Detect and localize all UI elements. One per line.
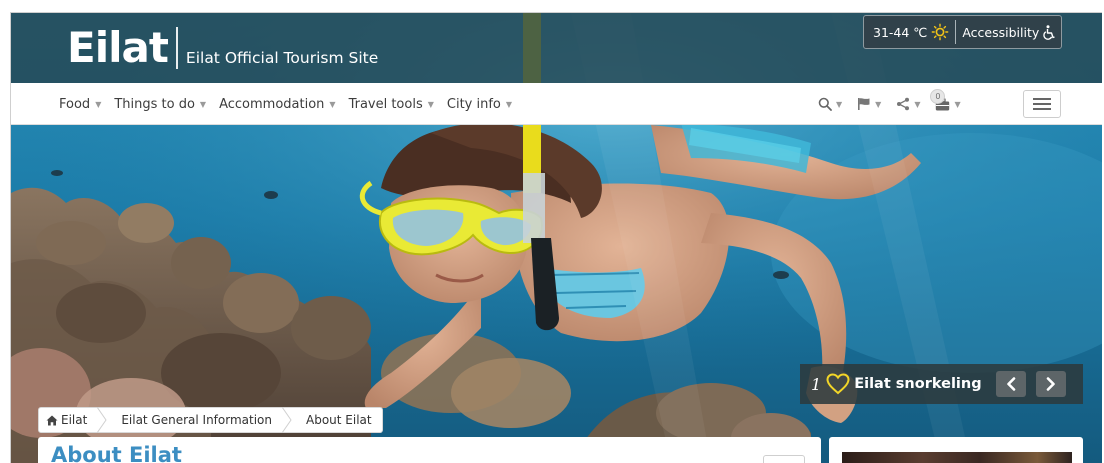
site-header: Eilat Eilat Official Tourism Site 31-44 … <box>11 13 1102 83</box>
main-navigation: Food ▼ Things to do ▼ Accommodation ▼ Trave… <box>11 83 1102 125</box>
logo-wordmark: Eilat <box>67 23 169 72</box>
nav-item-label: Travel tools <box>348 96 423 112</box>
sun-icon <box>931 23 949 41</box>
share-icon <box>897 97 910 111</box>
nav-item-label: Food <box>59 96 91 112</box>
nav-item-city-info[interactable]: City info ▼ <box>447 97 512 112</box>
breadcrumb-separator <box>282 407 292 433</box>
nav-item-label: City info <box>446 96 501 112</box>
caret-down-icon: ▼ <box>875 99 882 109</box>
search-icon <box>818 97 832 111</box>
chevron-right-icon <box>1046 377 1055 391</box>
temperature-range: 31-44 ℃ <box>873 24 928 40</box>
main-content-panel: About Eilat <box>38 437 821 463</box>
nav-tools: ▼ ▼ ▼ 0 ▼ <box>818 83 976 125</box>
nav-item-label: Accommodation <box>219 96 325 112</box>
browser-viewport: Eilat Eilat Official Tourism Site 31-44 … <box>10 12 1102 463</box>
caret-down-icon: ▼ <box>954 99 961 109</box>
home-icon <box>46 415 58 425</box>
weather-widget[interactable]: 31-44 ℃ <box>864 16 949 48</box>
breadcrumb-label: Eilat General Information <box>121 413 273 427</box>
utility-divider <box>955 20 957 44</box>
nav-item-accommodation[interactable]: Accommodation ▼ <box>219 97 335 112</box>
nav-item-label: Things to do <box>114 96 195 112</box>
caret-down-icon: ▼ <box>836 99 843 109</box>
slide-index: 1 <box>811 374 822 394</box>
nav-item-travel-tools[interactable]: Travel tools ▼ <box>349 97 434 112</box>
logo-divider <box>175 27 178 69</box>
site-logo[interactable]: Eilat Eilat Official Tourism Site <box>67 23 378 73</box>
accessibility-label: Accessibility <box>962 24 1040 40</box>
breadcrumb-item-general-info[interactable]: Eilat General Information <box>107 408 282 432</box>
caret-down-icon: ▼ <box>329 99 336 109</box>
hamburger-icon <box>1033 108 1051 110</box>
trip-count-badge: 0 <box>930 88 946 104</box>
sidebar-panel <box>829 437 1083 463</box>
nav-menu: Food ▼ Things to do ▼ Accommodation ▼ Trave… <box>59 83 525 125</box>
page-title: About Eilat <box>51 443 182 463</box>
trip-button[interactable]: 0 ▼ <box>930 88 961 111</box>
breadcrumb: Eilat Eilat General Information About Ei… <box>38 407 383 433</box>
hamburger-icon <box>1033 103 1051 105</box>
flag-icon <box>858 98 870 110</box>
panel-action-button[interactable] <box>763 455 805 463</box>
share-button[interactable]: ▼ <box>896 97 920 111</box>
slide-caption: 1 Eilat snorkeling <box>800 364 1083 404</box>
breadcrumb-item-home[interactable]: Eilat <box>39 408 97 432</box>
breadcrumb-item-current: About Eilat <box>292 408 382 432</box>
hamburger-menu-button[interactable] <box>1023 90 1061 118</box>
caret-down-icon: ▼ <box>427 99 434 109</box>
slide-prev-button[interactable] <box>996 371 1026 397</box>
breadcrumb-label: About Eilat <box>306 413 372 427</box>
breadcrumb-label: Eilat <box>61 413 88 427</box>
caret-down-icon: ▼ <box>914 99 921 109</box>
nav-item-things-to-do[interactable]: Things to do ▼ <box>114 97 206 112</box>
heart-icon[interactable] <box>826 373 850 395</box>
caret-down-icon: ▼ <box>199 99 207 109</box>
slide-title: Eilat snorkeling <box>854 376 982 392</box>
accessibility-button[interactable]: Accessibility <box>962 16 1056 48</box>
search-button[interactable]: ▼ <box>818 97 842 111</box>
nav-item-food[interactable]: Food ▼ <box>59 97 101 112</box>
chevron-left-icon <box>1007 377 1016 391</box>
caret-down-icon: ▼ <box>95 99 102 109</box>
breadcrumb-separator <box>97 407 107 433</box>
slide-next-button[interactable] <box>1036 371 1066 397</box>
wheelchair-icon <box>1043 24 1055 40</box>
sidebar-thumbnail-image[interactable] <box>842 452 1072 463</box>
site-tagline: Eilat Official Tourism Site <box>185 49 379 67</box>
hamburger-icon <box>1033 98 1051 100</box>
language-button[interactable]: ▼ <box>857 97 881 111</box>
caret-down-icon: ▼ <box>505 99 513 109</box>
utility-bar: 31-44 ℃ Accessibility <box>863 15 1062 49</box>
